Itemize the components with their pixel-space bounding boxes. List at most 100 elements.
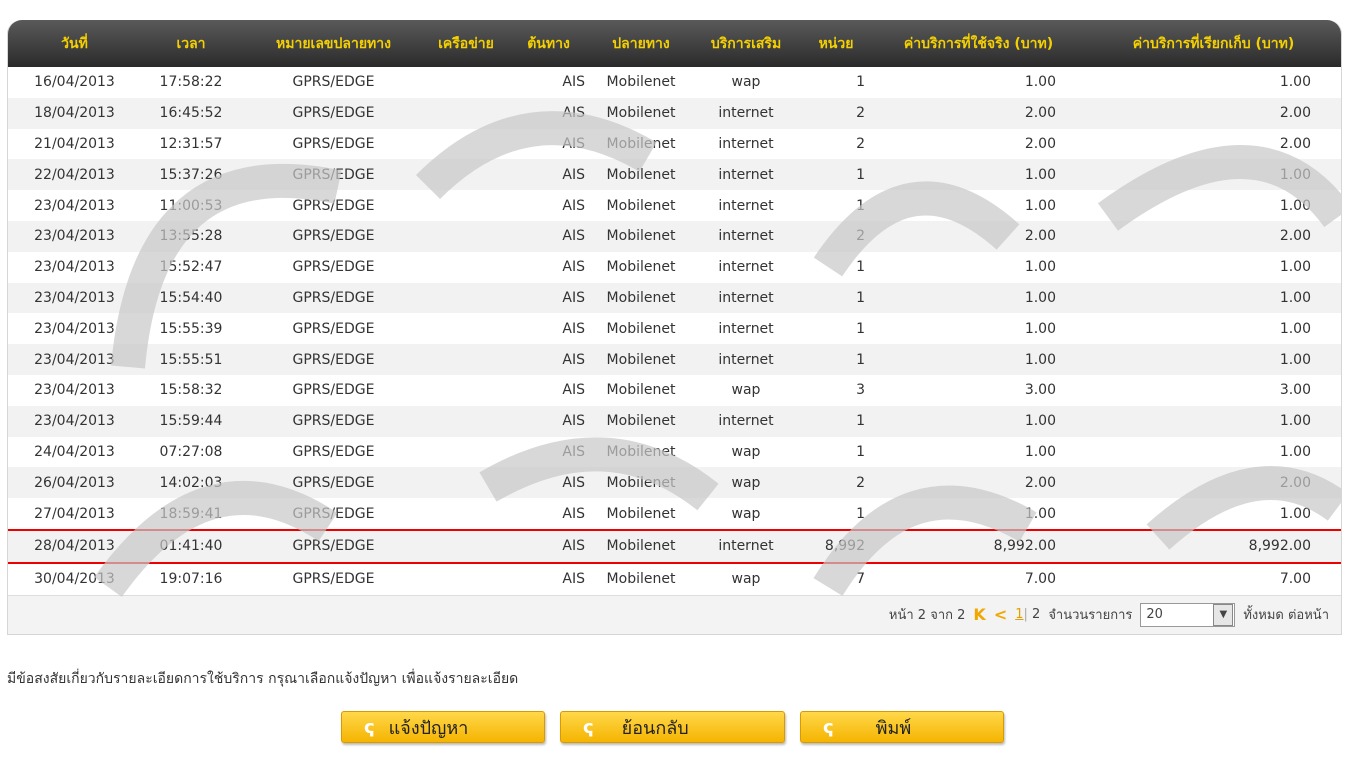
cell-origin: AIS	[562, 474, 585, 491]
cell-dest-number: GPRS/EDGE	[241, 528, 426, 564]
cell-service: internet	[718, 259, 774, 276]
cell-units: 2	[856, 228, 865, 245]
cell-time: 07:27:08	[159, 443, 223, 460]
table-row: 23/04/2013 15:58:32 GPRS/EDGE AIS Mobilenet w…	[8, 375, 1341, 406]
items-label: จำนวนรายการ	[1048, 608, 1133, 624]
table-row: 23/04/2013 11:00:53 GPRS/EDGE AIS Mobilenet i…	[8, 190, 1341, 221]
back-label: ย้อนกลับ	[621, 717, 689, 739]
cell-origin: AIS	[562, 382, 585, 399]
cell-billed-charge: 3.00	[1279, 382, 1311, 399]
print-button[interactable]: ҁ พิมพ์	[800, 711, 1004, 743]
header-date: วันที่	[8, 20, 141, 67]
cell-origin: AIS	[562, 413, 585, 430]
header-actual-charge: ค่าบริการที่ใช้จริง (บาท)	[871, 20, 1086, 67]
cell-origin: AIS	[562, 135, 585, 152]
cell-destination: Mobilenet	[606, 413, 676, 430]
back-button[interactable]: ҁ ย้อนกลับ	[560, 711, 785, 743]
cell-date: 28/04/2013	[8, 528, 141, 564]
header-network: เครือข่าย	[426, 20, 506, 67]
cell-service: wap	[731, 382, 761, 399]
cell-time: 15:58:32	[159, 382, 223, 399]
cell-units: 8,992	[801, 528, 871, 564]
cell-destination: Mobilenet	[606, 443, 676, 460]
cell-time: 18:59:41	[159, 505, 223, 522]
table-row: 28/04/2013 01:41:40 GPRS/EDGE AIS Mobilenet i…	[8, 528, 1341, 564]
cell-service: internet	[718, 197, 774, 214]
cell-actual-charge: 1.00	[1024, 443, 1056, 460]
cell-actual-charge: 1.00	[1024, 413, 1056, 430]
cell-units: 1	[856, 505, 865, 522]
cell-date: 26/04/2013	[34, 474, 115, 491]
hook-icon: ҁ	[583, 716, 594, 738]
cell-destination: Mobilenet	[606, 166, 676, 183]
usage-table: วันที่ เวลา หมายเลขปลายทาง เครือข่าย ต้นทางป…	[8, 20, 1341, 595]
cell-network	[426, 406, 506, 437]
print-label: พิมพ์	[875, 717, 912, 739]
cell-dest-number: GPRS/EDGE	[292, 74, 375, 91]
table-row: 16/04/2013 17:58:22 GPRS/EDGE AIS Mobilenet w…	[8, 67, 1341, 98]
cell-destination: Mobilenet	[606, 320, 676, 337]
per-page-select[interactable]: 20 ▼	[1140, 602, 1236, 627]
cell-network	[426, 159, 506, 190]
cell-date: 23/04/2013	[34, 351, 115, 368]
cell-dest-number: GPRS/EDGE	[292, 228, 375, 245]
prev-page-icon[interactable]: <	[994, 605, 1007, 624]
table-row: 23/04/2013 15:52:47 GPRS/EDGE AIS Mobilenet i…	[8, 252, 1341, 283]
cell-actual-charge: 1.00	[1024, 259, 1056, 276]
cell-time: 13:55:28	[159, 228, 223, 245]
header-dest-number: หมายเลขปลายทาง	[241, 20, 426, 67]
cell-time: 19:07:16	[159, 571, 223, 588]
first-page-icon[interactable]: K	[973, 605, 985, 624]
cell-dest-number: GPRS/EDGE	[292, 259, 375, 276]
cell-actual-charge: 3.00	[1024, 382, 1056, 399]
cell-destination: Mobilenet	[606, 259, 676, 276]
cell-network	[426, 221, 506, 252]
cell-date: 24/04/2013	[34, 443, 115, 460]
report-problem-button[interactable]: ҁ แจ้งปัญหา	[341, 711, 545, 743]
cell-service: internet	[718, 228, 774, 245]
cell-network	[426, 190, 506, 221]
cell-billed-charge: 1.00	[1279, 166, 1311, 183]
cell-billed-charge: 1.00	[1279, 289, 1311, 306]
table-row: 23/04/2013 15:55:39 GPRS/EDGE AIS Mobilenet i…	[8, 313, 1341, 344]
cell-service: internet	[718, 320, 774, 337]
cell-time: 12:31:57	[159, 135, 223, 152]
table-row: 30/04/2013 19:07:16 GPRS/EDGE AIS Mobilenet w…	[8, 563, 1341, 595]
cell-actual-charge: 8,992.00	[871, 528, 1086, 564]
cell-dest-number: GPRS/EDGE	[292, 197, 375, 214]
cell-service: internet	[718, 166, 774, 183]
cell-units: 1	[856, 320, 865, 337]
cell-origin: AIS	[562, 443, 585, 460]
table-row: 23/04/2013 13:55:28 GPRS/EDGE AIS Mobilenet i…	[8, 220, 1341, 252]
per-page-value: 20	[1146, 607, 1163, 623]
cell-network	[426, 283, 506, 314]
cell-service: wap	[731, 571, 761, 588]
cell-service: internet	[718, 413, 774, 430]
chevron-down-icon[interactable]: ▼	[1213, 603, 1234, 626]
cell-units: 1	[856, 351, 865, 368]
table-header: วันที่ เวลา หมายเลขปลายทาง เครือข่าย ต้นทางป…	[8, 20, 1341, 67]
cell-origin: AIS	[562, 228, 585, 245]
table-row: 27/04/2013 18:59:41 GPRS/EDGE AIS Mobilenet w…	[8, 498, 1341, 530]
cell-dest-number: GPRS/EDGE	[292, 135, 375, 152]
report-label: แจ้งปัญหา	[388, 717, 469, 739]
help-note: มีข้อสงสัยเกี่ยวกับรายละเอียดการใช้บริกา…	[7, 671, 519, 687]
cell-units: 1	[856, 443, 865, 460]
cell-billed-charge: 1.00	[1279, 505, 1311, 522]
cell-units: 1	[856, 166, 865, 183]
cell-origin: AIS	[562, 259, 585, 276]
page-separator: |	[1023, 607, 1028, 623]
cell-units: 2	[856, 105, 865, 122]
cell-network	[426, 563, 506, 595]
page-current-2: 2	[1032, 607, 1041, 623]
page-link-1[interactable]: 1	[1015, 607, 1023, 622]
cell-time: 15:54:40	[159, 289, 223, 306]
cell-units: 7	[856, 571, 865, 588]
cell-actual-charge: 1.00	[1024, 166, 1056, 183]
cell-units: 1	[856, 413, 865, 430]
cell-date: 27/04/2013	[34, 505, 115, 522]
cell-time: 15:55:39	[159, 320, 223, 337]
cell-service: wap	[731, 443, 761, 460]
cell-billed-charge: 2.00	[1279, 228, 1311, 245]
cell-actual-charge: 2.00	[1024, 474, 1056, 491]
